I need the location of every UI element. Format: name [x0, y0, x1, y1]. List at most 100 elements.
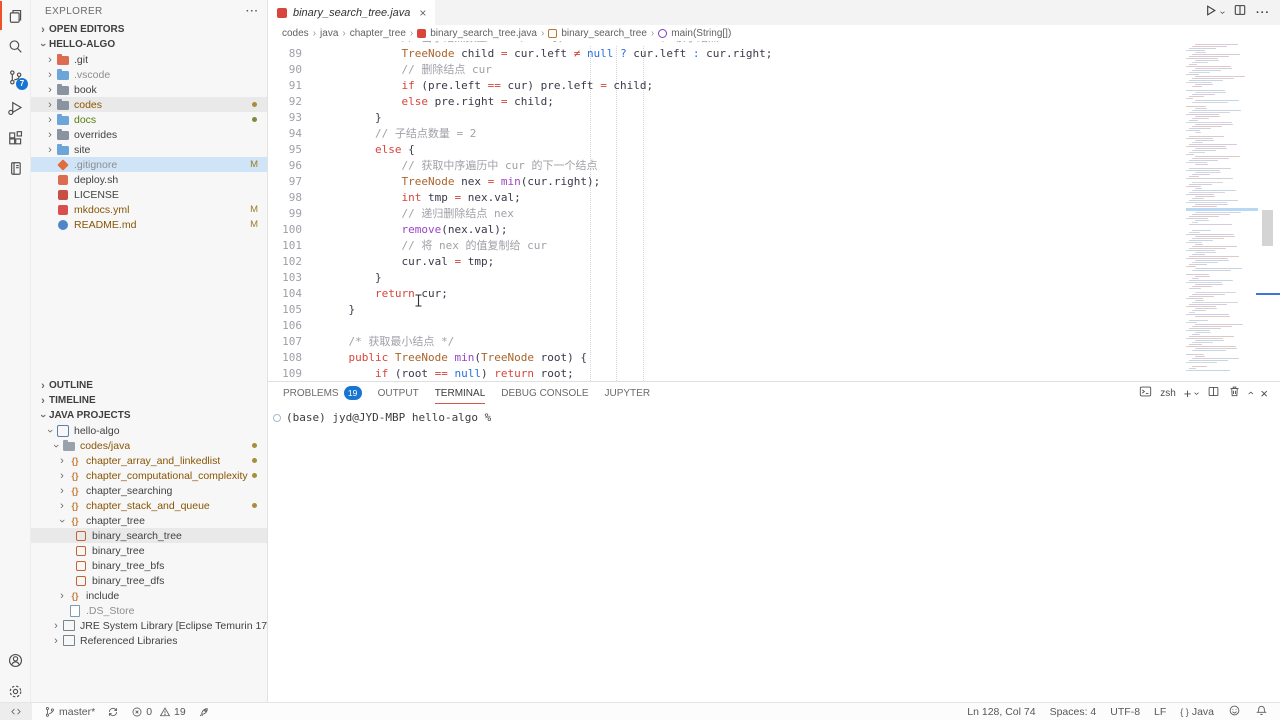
tab-debug-console[interactable]: DEBUG CONSOLE	[501, 382, 588, 404]
maximize-panel-icon[interactable]: ›	[1245, 391, 1257, 395]
explorer-sidebar: EXPLORER ··· › OPEN EDITORS › HELLO-ALGO…	[31, 0, 268, 702]
breadcrumb-java[interactable]: java	[320, 28, 338, 39]
bottom-panel: PROBLEMS 19 OUTPUT TERMINAL DEBUG CONSOL…	[268, 381, 1280, 703]
code-line-106[interactable]: 106	[268, 318, 1280, 334]
code-line-102[interactable]: 102 cur.val = tmp;	[268, 254, 1280, 270]
feedback-smiley-icon[interactable]	[1228, 704, 1241, 720]
close-tab-icon[interactable]: ×	[419, 6, 426, 20]
java-binary-tree-dfs[interactable]: binary_tree_dfs	[31, 573, 267, 588]
code-line-97[interactable]: 97 TreeNode nex = min(cur.right);	[268, 174, 1280, 190]
code-line-99[interactable]: 99 // 递归删除结点 nex	[268, 206, 1280, 222]
account-icon[interactable]	[0, 645, 30, 675]
breadcrumb-chapter-tree[interactable]: chapter_tree	[350, 28, 406, 39]
code-editor[interactable]: 88 // 当子结点数量 = 0 / 1 时， child = null / 该…	[268, 25, 1280, 381]
breadcrumb-method[interactable]: main(String[])	[671, 28, 731, 39]
tab-terminal[interactable]: TERMINAL	[435, 382, 486, 404]
java-binary-tree-bfs[interactable]: binary_tree_bfs	[31, 558, 267, 573]
file-site[interactable]: ›site	[31, 142, 267, 157]
code-line-94[interactable]: 94 // 子结点数量 = 2	[268, 126, 1280, 142]
code-line-93[interactable]: 93 }	[268, 110, 1280, 126]
more-actions-icon[interactable]: ···	[1256, 7, 1270, 19]
code-line-98[interactable]: 98 int tmp = nex.val;	[268, 190, 1280, 206]
close-panel-icon[interactable]: ×	[1260, 386, 1268, 401]
launch-item[interactable]	[198, 706, 210, 718]
file-overrides[interactable]: ›overrides	[31, 127, 267, 142]
java-chapter-array-and-linkedlist[interactable]: ›{}chapter_array_and_linkedlist	[31, 453, 267, 468]
java-include[interactable]: ›{}include	[31, 588, 267, 603]
java-ds-store[interactable]: .DS_Store	[31, 603, 267, 618]
java-referenced-libraries[interactable]: ›Referenced Libraries	[31, 633, 267, 648]
git-branch-item[interactable]: master*	[44, 706, 95, 718]
eol-sequence[interactable]: LF	[1154, 706, 1166, 718]
tab-jupyter[interactable]: JUPYTER	[605, 382, 651, 404]
java-chapter-stack-and-queue[interactable]: ›{}chapter_stack_and_queue	[31, 498, 267, 513]
code-line-101[interactable]: 101 // 将 nex 的值复制给 cur	[268, 238, 1280, 254]
file-codes[interactable]: ›codes	[31, 97, 267, 112]
tab-problems[interactable]: PROBLEMS 19	[283, 382, 362, 404]
tab-output[interactable]: OUTPUT	[378, 382, 419, 404]
line-number: 92	[268, 94, 302, 110]
java-binary-tree[interactable]: binary_tree	[31, 543, 267, 558]
run-java-button[interactable]	[1203, 3, 1218, 23]
indentation[interactable]: Spaces: 4	[1050, 706, 1097, 718]
run-debug-icon[interactable]	[0, 92, 30, 122]
code-line-96[interactable]: 96 // 获取中序遍历中 cur 的下一个结点	[268, 158, 1280, 174]
code-line-100[interactable]: 100 remove(nex.val);	[268, 222, 1280, 238]
java-binary-search-tree[interactable]: binary_search_tree	[31, 528, 267, 543]
code-line-95[interactable]: 95 else {	[268, 142, 1280, 158]
remote-indicator[interactable]	[0, 703, 32, 720]
split-terminal-icon[interactable]	[1207, 385, 1220, 401]
notebook-icon[interactable]	[0, 153, 30, 183]
extensions-icon[interactable]	[0, 123, 30, 153]
java-chapter-searching[interactable]: ›{}chapter_searching	[31, 483, 267, 498]
item-label: .DS_Store	[86, 605, 134, 617]
encoding[interactable]: UTF-8	[1110, 706, 1140, 718]
language-mode[interactable]: { } Java	[1180, 706, 1214, 718]
file-vscode[interactable]: ›.vscode	[31, 67, 267, 82]
problems-item[interactable]: 0 19	[131, 706, 186, 718]
file-license[interactable]: LICENSE	[31, 187, 267, 202]
terminal-dropdown-chevron-icon[interactable]: ›	[1192, 391, 1203, 394]
section-outline[interactable]: › OUTLINE	[31, 378, 267, 393]
code-line-90[interactable]: 90 // 删除结点 cur	[268, 62, 1280, 78]
terminal-content[interactable]: (base) jyd@JYD-MBP hello-algo %	[268, 411, 1280, 424]
code-line-103[interactable]: 103 }	[268, 270, 1280, 286]
java-hello-algo[interactable]: ›hello-algo	[31, 423, 267, 438]
search-icon[interactable]	[0, 31, 30, 61]
sync-item[interactable]	[107, 706, 119, 718]
file-gitignore[interactable]: .gitignoreM	[31, 157, 267, 172]
breadcrumb-file[interactable]: binary_search_tree.java	[430, 28, 537, 39]
code-line-91[interactable]: 91 if (pre.left == cur) pre.left = child…	[268, 78, 1280, 94]
section-open-editors[interactable]: › OPEN EDITORS	[31, 22, 267, 37]
split-editor-icon[interactable]	[1233, 3, 1247, 22]
code-line-107[interactable]: 107 /* 获取最小结点 */	[268, 334, 1280, 350]
file-book[interactable]: ›book	[31, 82, 267, 97]
file-readme-md[interactable]: README.mdM	[31, 217, 267, 232]
explorer-more-actions-icon[interactable]: ···	[246, 6, 259, 17]
java-chapter-tree[interactable]: ›{}chapter_tree	[31, 513, 267, 528]
file-git[interactable]: ›.git	[31, 52, 267, 67]
file-mkdocs-yml[interactable]: mkdocs.ymlM	[31, 202, 267, 217]
code-line-92[interactable]: 92 else pre.right = child;	[268, 94, 1280, 110]
java-chapter-computational-complexity[interactable]: ›{}chapter_computational_complexity	[31, 468, 267, 483]
kill-terminal-icon[interactable]	[1228, 385, 1241, 401]
explorer-icon[interactable]	[0, 1, 30, 31]
section-timeline[interactable]: › TIMELINE	[31, 393, 267, 408]
shell-label[interactable]: zsh	[1160, 388, 1176, 399]
section-root-folder[interactable]: › HELLO-ALGO	[31, 37, 267, 52]
file-docs[interactable]: ›docs	[31, 112, 267, 127]
breadcrumb-codes[interactable]: codes	[282, 28, 309, 39]
section-java-projects[interactable]: › JAVA PROJECTS	[31, 408, 267, 423]
code-line-89[interactable]: 89 TreeNode child = cur.left ≠ null ? cu…	[268, 46, 1280, 62]
cursor-position[interactable]: Ln 128, Col 74	[967, 706, 1035, 718]
notifications-bell-icon[interactable]	[1255, 704, 1268, 720]
code-line-109[interactable]: 109 if (root == null) return root;	[268, 366, 1280, 381]
source-control-icon[interactable]: 7	[0, 62, 30, 92]
java-codes-java[interactable]: ›codes/java	[31, 438, 267, 453]
code-line-108[interactable]: 108 public TreeNode min(TreeNode root) {	[268, 350, 1280, 366]
tab-binary-search-tree[interactable]: binary_search_tree.java ×	[268, 0, 435, 25]
breadcrumb-class[interactable]: binary_search_tree	[561, 28, 647, 39]
run-dropdown-chevron-icon[interactable]: ›	[1217, 11, 1228, 14]
file-deploy-sh[interactable]: deploy.sh	[31, 172, 267, 187]
java-jre-system-library-eclipse-temurin-17-17[interactable]: ›JRE System Library [Eclipse Temurin 17 …	[31, 618, 267, 633]
